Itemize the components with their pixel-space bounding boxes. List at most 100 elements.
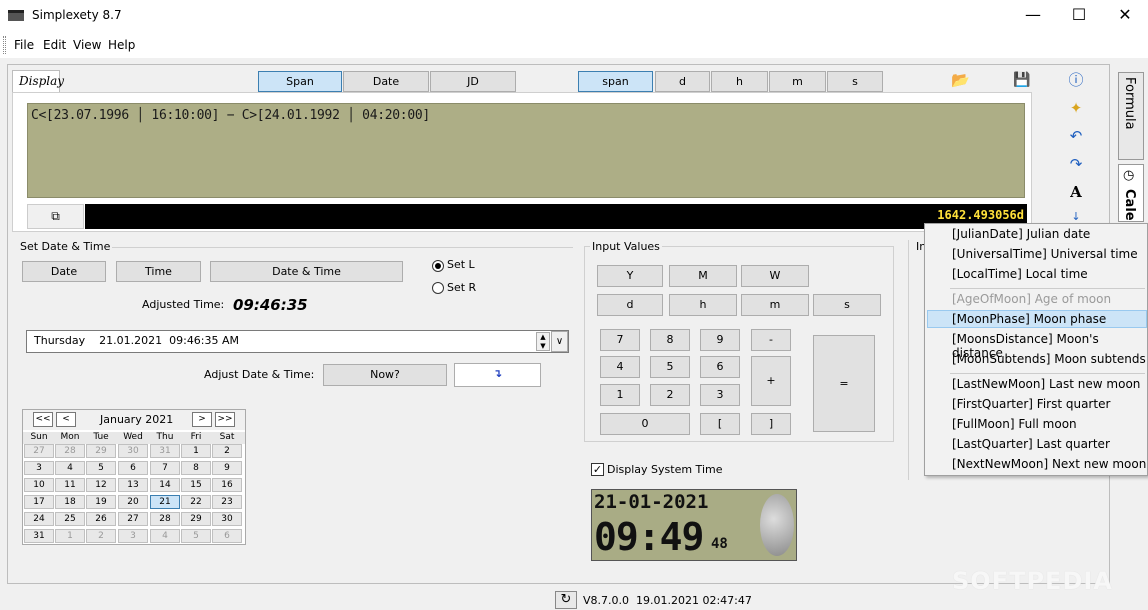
unit-span-button[interactable]: span: [578, 71, 653, 92]
display-system-time-checkbox[interactable]: ✓: [591, 463, 604, 476]
input-m-button[interactable]: M: [669, 265, 737, 287]
calendar-day[interactable]: 9: [212, 461, 242, 475]
span-mode-button[interactable]: Span: [258, 71, 342, 92]
menu-last-new-moon[interactable]: [LastNewMoon] Last new moon: [952, 377, 1140, 391]
calendar-day[interactable]: 27: [118, 512, 148, 526]
set-r-radio[interactable]: [432, 282, 444, 294]
apply-adjust-button[interactable]: ↴: [454, 363, 541, 387]
date-mode-button[interactable]: Date: [343, 71, 429, 92]
calendar-day[interactable]: 16: [212, 478, 242, 492]
maximize-icon[interactable]: ☐: [1056, 0, 1102, 32]
unit-s-button[interactable]: s: [827, 71, 883, 92]
open-folder-icon[interactable]: 📂: [951, 71, 970, 89]
calendar-day[interactable]: 23: [212, 495, 242, 509]
calendar-prev-year[interactable]: <<: [33, 412, 53, 427]
calendar-day[interactable]: 22: [181, 495, 211, 509]
input-min-button[interactable]: m: [741, 294, 809, 316]
set-date-button[interactable]: Date: [22, 261, 106, 282]
key-3[interactable]: 3: [700, 384, 740, 406]
key-7[interactable]: 7: [600, 329, 640, 351]
calendar-day[interactable]: 26: [86, 512, 116, 526]
calendar-day[interactable]: 7: [150, 461, 180, 475]
set-l-radio[interactable]: [432, 260, 444, 272]
copy-icon[interactable]: ⧉: [27, 204, 84, 229]
calendar-day[interactable]: 1: [181, 444, 211, 458]
calendar-day[interactable]: 27: [24, 444, 54, 458]
menu-last-quarter[interactable]: [LastQuarter] Last quarter: [952, 437, 1110, 451]
calendar-day[interactable]: 4: [150, 529, 180, 543]
calendar-day[interactable]: 25: [55, 512, 85, 526]
calendar-day[interactable]: 5: [181, 529, 211, 543]
calendar-day[interactable]: 5: [86, 461, 116, 475]
menu-local-time[interactable]: [LocalTime] Local time: [952, 267, 1088, 281]
jd-mode-button[interactable]: JD: [430, 71, 516, 92]
calendar-next-year[interactable]: >>: [215, 412, 235, 427]
tab-display[interactable]: Display: [12, 70, 64, 92]
input-d-button[interactable]: d: [597, 294, 663, 316]
key-8[interactable]: 8: [650, 329, 690, 351]
info-icon[interactable]: ⓘ: [1062, 67, 1090, 93]
calendar-day[interactable]: 3: [118, 529, 148, 543]
tab-formula[interactable]: Formula: [1118, 72, 1144, 160]
save-icon[interactable]: 💾: [1013, 72, 1030, 88]
calendar-day[interactable]: 31: [150, 444, 180, 458]
input-y-button[interactable]: Y: [597, 265, 663, 287]
calendar-day[interactable]: 19: [86, 495, 116, 509]
now-button[interactable]: Now?: [323, 364, 447, 386]
tab-calendar[interactable]: ◷ Cale: [1118, 164, 1144, 222]
calendar-day[interactable]: 1: [55, 529, 85, 543]
font-icon[interactable]: A: [1062, 179, 1090, 205]
calendar-day[interactable]: 2: [86, 529, 116, 543]
unit-h-button[interactable]: h: [711, 71, 768, 92]
new-file-icon[interactable]: ✦: [1062, 95, 1090, 121]
menu-first-quarter[interactable]: [FirstQuarter] First quarter: [952, 397, 1110, 411]
refresh-icon[interactable]: ↻: [555, 591, 577, 609]
input-w-button[interactable]: W: [741, 265, 809, 287]
redo-icon[interactable]: ↷: [1062, 151, 1090, 177]
key-bracket-open[interactable]: [: [700, 413, 740, 435]
calendar-day[interactable]: 31: [24, 529, 54, 543]
unit-m-button[interactable]: m: [769, 71, 826, 92]
calendar-day[interactable]: 6: [212, 529, 242, 543]
calendar-day[interactable]: 30: [212, 512, 242, 526]
key-plus[interactable]: +: [751, 356, 791, 406]
menu-file[interactable]: File: [14, 38, 34, 52]
calendar-day[interactable]: 11: [55, 478, 85, 492]
chevron-down-icon[interactable]: ∨: [551, 331, 568, 352]
menu-help[interactable]: Help: [108, 38, 135, 52]
calendar-day[interactable]: 30: [118, 444, 148, 458]
calendar-day[interactable]: 12: [86, 478, 116, 492]
input-h-button[interactable]: h: [669, 294, 737, 316]
calendar-prev-month[interactable]: <: [56, 412, 76, 427]
calendar-day[interactable]: 28: [55, 444, 85, 458]
key-4[interactable]: 4: [600, 356, 640, 378]
set-time-button[interactable]: Time: [116, 261, 201, 282]
menu-view[interactable]: View: [73, 38, 101, 52]
key-2[interactable]: 2: [650, 384, 690, 406]
menu-full-moon[interactable]: [FullMoon] Full moon: [952, 417, 1077, 431]
calendar-day[interactable]: 24: [24, 512, 54, 526]
key-1[interactable]: 1: [600, 384, 640, 406]
calendar-day[interactable]: 14: [150, 478, 180, 492]
calendar-next-month[interactable]: >: [192, 412, 212, 427]
key-0[interactable]: 0: [600, 413, 690, 435]
menu-edit[interactable]: Edit: [43, 38, 66, 52]
calendar-day[interactable]: 2: [212, 444, 242, 458]
menu-next-new-moon[interactable]: [NextNewMoon] Next new moon: [952, 457, 1146, 471]
close-icon[interactable]: ✕: [1102, 0, 1148, 32]
calendar-day[interactable]: 17: [24, 495, 54, 509]
menu-moon-phase[interactable]: [MoonPhase] Moon phase: [952, 312, 1106, 326]
unit-d-button[interactable]: d: [655, 71, 710, 92]
key-equals[interactable]: =: [813, 335, 875, 432]
menu-julian-date[interactable]: [JulianDate] Julian date: [952, 227, 1090, 241]
undo-icon[interactable]: ↶: [1062, 123, 1090, 149]
datetime-spinner[interactable]: ▲ ▼: [536, 332, 550, 351]
calendar-day[interactable]: 10: [24, 478, 54, 492]
calendar-day[interactable]: 18: [55, 495, 85, 509]
calendar-day[interactable]: 3: [24, 461, 54, 475]
menu-universal-time[interactable]: [UniversalTime] Universal time: [952, 247, 1138, 261]
calendar-day[interactable]: 13: [118, 478, 148, 492]
calendar-day[interactable]: 8: [181, 461, 211, 475]
key-9[interactable]: 9: [700, 329, 740, 351]
calendar-day[interactable]: 4: [55, 461, 85, 475]
